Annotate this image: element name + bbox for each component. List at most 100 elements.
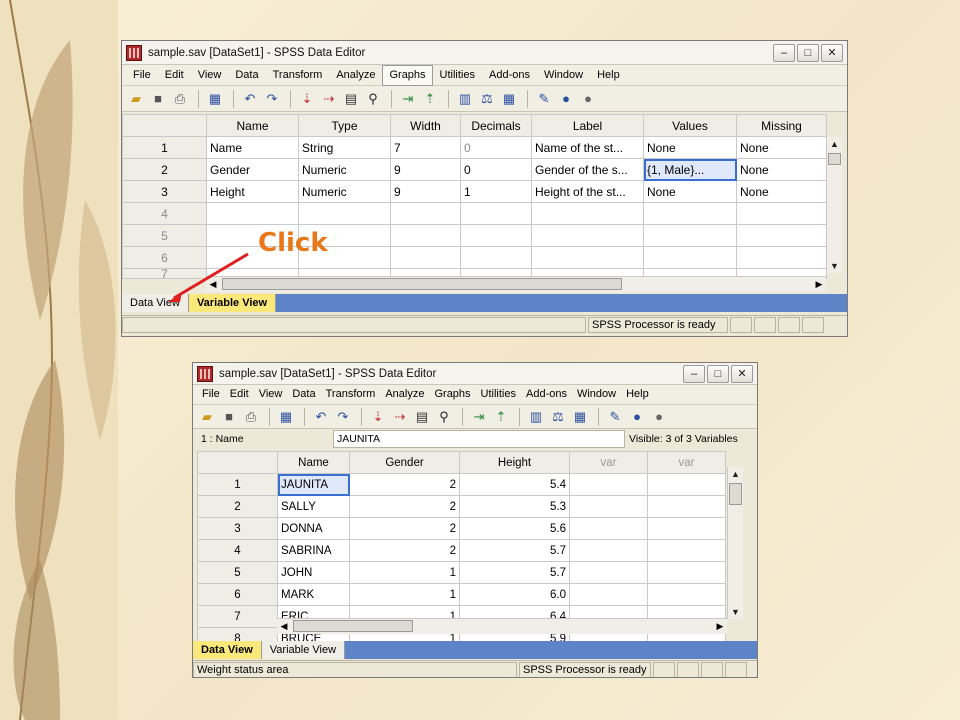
scroll-right-arrow-icon[interactable]: ▶: [713, 619, 727, 633]
save-icon[interactable]: ■: [148, 90, 168, 108]
scroll-thumb[interactable]: [828, 153, 841, 165]
vertical-scrollbar[interactable]: ▲ ▼: [826, 137, 842, 273]
empty-cell[interactable]: [643, 224, 737, 247]
scroll-thumb[interactable]: [293, 620, 413, 632]
scroll-up-arrow-icon[interactable]: ▲: [728, 467, 743, 481]
show-all-variables-icon[interactable]: ●: [649, 408, 669, 426]
find-icon[interactable]: ⚲: [363, 90, 383, 108]
goto-variable-icon[interactable]: ⇢: [319, 90, 339, 108]
row-number[interactable]: 5: [197, 561, 278, 584]
split-file-icon[interactable]: ▥: [526, 408, 546, 426]
menu-window[interactable]: Window: [572, 384, 621, 405]
empty-cell[interactable]: [298, 202, 391, 225]
cell-gender[interactable]: 2: [349, 517, 460, 540]
insert-variable-icon[interactable]: ⇡: [491, 408, 511, 426]
empty-cell[interactable]: [647, 583, 726, 606]
insert-cases-icon[interactable]: ⇥: [469, 408, 489, 426]
empty-cell[interactable]: [206, 202, 299, 225]
menu-window[interactable]: Window: [537, 65, 590, 86]
cell-name[interactable]: SABRINA: [277, 539, 350, 562]
redo-icon[interactable]: ↷: [262, 90, 282, 108]
scroll-thumb[interactable]: [222, 278, 622, 290]
scroll-right-arrow-icon[interactable]: ▶: [812, 277, 826, 291]
cell-width[interactable]: 7: [390, 136, 461, 159]
cell-type[interactable]: Numeric: [298, 158, 391, 181]
cell-value-input[interactable]: JAUNITA: [333, 430, 625, 448]
empty-cell[interactable]: [531, 224, 644, 247]
menu-utilities[interactable]: Utilities: [433, 65, 482, 86]
empty-cell[interactable]: [390, 224, 461, 247]
cell-decimals[interactable]: 0: [460, 158, 532, 181]
scroll-up-arrow-icon[interactable]: ▲: [827, 137, 842, 151]
menu-analyze[interactable]: Analyze: [380, 384, 429, 405]
menu-file[interactable]: File: [126, 65, 158, 86]
menu-graphs[interactable]: Graphs: [429, 384, 475, 405]
close-button[interactable]: ✕: [731, 364, 753, 383]
cell-gender[interactable]: 2: [349, 539, 460, 562]
cell-name[interactable]: SALLY: [277, 495, 350, 518]
undo-icon[interactable]: ↶: [240, 90, 260, 108]
scroll-down-arrow-icon[interactable]: ▼: [728, 605, 743, 619]
row-number[interactable]: 4: [197, 539, 278, 562]
redo-icon[interactable]: ↷: [333, 408, 353, 426]
cell-height[interactable]: 5.6: [459, 517, 570, 540]
scroll-thumb[interactable]: [729, 483, 742, 505]
column-header[interactable]: Width: [390, 114, 461, 137]
menu-help[interactable]: Help: [621, 384, 654, 405]
empty-cell[interactable]: [647, 539, 726, 562]
scroll-left-arrow-icon[interactable]: ◀: [277, 619, 291, 633]
column-header[interactable]: Type: [298, 114, 391, 137]
column-header[interactable]: Label: [531, 114, 644, 137]
save-icon[interactable]: ■: [219, 408, 239, 426]
empty-cell[interactable]: [736, 224, 827, 247]
menu-utilities[interactable]: Utilities: [476, 384, 521, 405]
cell-type[interactable]: String: [298, 136, 391, 159]
select-cases-icon[interactable]: ▦: [499, 90, 519, 108]
cell-gender[interactable]: 2: [349, 495, 460, 518]
empty-cell[interactable]: [531, 202, 644, 225]
column-header[interactable]: Height: [459, 451, 570, 474]
empty-cell[interactable]: [460, 202, 532, 225]
use-sets-icon[interactable]: ●: [627, 408, 647, 426]
empty-cell[interactable]: [569, 561, 648, 584]
cell-decimals[interactable]: 1: [460, 180, 532, 203]
row-number[interactable]: 1: [122, 136, 207, 159]
empty-cell[interactable]: [531, 246, 644, 269]
close-button[interactable]: ✕: [821, 43, 843, 62]
row-number[interactable]: 2: [197, 495, 278, 518]
cell-height[interactable]: 5.7: [459, 539, 570, 562]
column-header[interactable]: Values: [643, 114, 737, 137]
empty-cell[interactable]: [569, 517, 648, 540]
cell-gender[interactable]: 1: [349, 583, 460, 606]
value-labels-icon[interactable]: ✎: [605, 408, 625, 426]
cell-height[interactable]: 5.7: [459, 561, 570, 584]
cell-name[interactable]: Gender: [206, 158, 299, 181]
empty-cell[interactable]: [647, 517, 726, 540]
insert-variable-icon[interactable]: ⇡: [420, 90, 440, 108]
horizontal-scrollbar[interactable]: ◀ ▶: [206, 276, 826, 292]
select-cases-icon[interactable]: ▦: [570, 408, 590, 426]
tab-data-view[interactable]: Data View: [193, 641, 262, 659]
empty-cell[interactable]: [569, 473, 648, 496]
column-header[interactable]: Gender: [349, 451, 460, 474]
cell-gender[interactable]: 1: [349, 561, 460, 584]
menu-view[interactable]: View: [191, 65, 229, 86]
menu-transform[interactable]: Transform: [266, 65, 330, 86]
goto-case-icon[interactable]: ⇣: [368, 408, 388, 426]
empty-cell[interactable]: [643, 246, 737, 269]
variables-icon[interactable]: ▤: [412, 408, 432, 426]
menu-addons[interactable]: Add-ons: [521, 384, 572, 405]
dialog-recall-icon[interactable]: ▦: [276, 408, 296, 426]
menu-addons[interactable]: Add-ons: [482, 65, 537, 86]
cell-name[interactable]: DONNA: [277, 517, 350, 540]
row-number[interactable]: 1: [197, 473, 278, 496]
insert-cases-icon[interactable]: ⇥: [398, 90, 418, 108]
menu-file[interactable]: File: [197, 384, 225, 405]
column-header[interactable]: Decimals: [460, 114, 532, 137]
print-icon[interactable]: ⎙: [170, 90, 190, 108]
tab-variable-view[interactable]: Variable View: [261, 641, 346, 659]
cell-name[interactable]: MARK: [277, 583, 350, 606]
cell-values-selected[interactable]: {1, Male}...: [643, 158, 737, 181]
empty-cell[interactable]: [460, 246, 532, 269]
cell-name[interactable]: Height: [206, 180, 299, 203]
